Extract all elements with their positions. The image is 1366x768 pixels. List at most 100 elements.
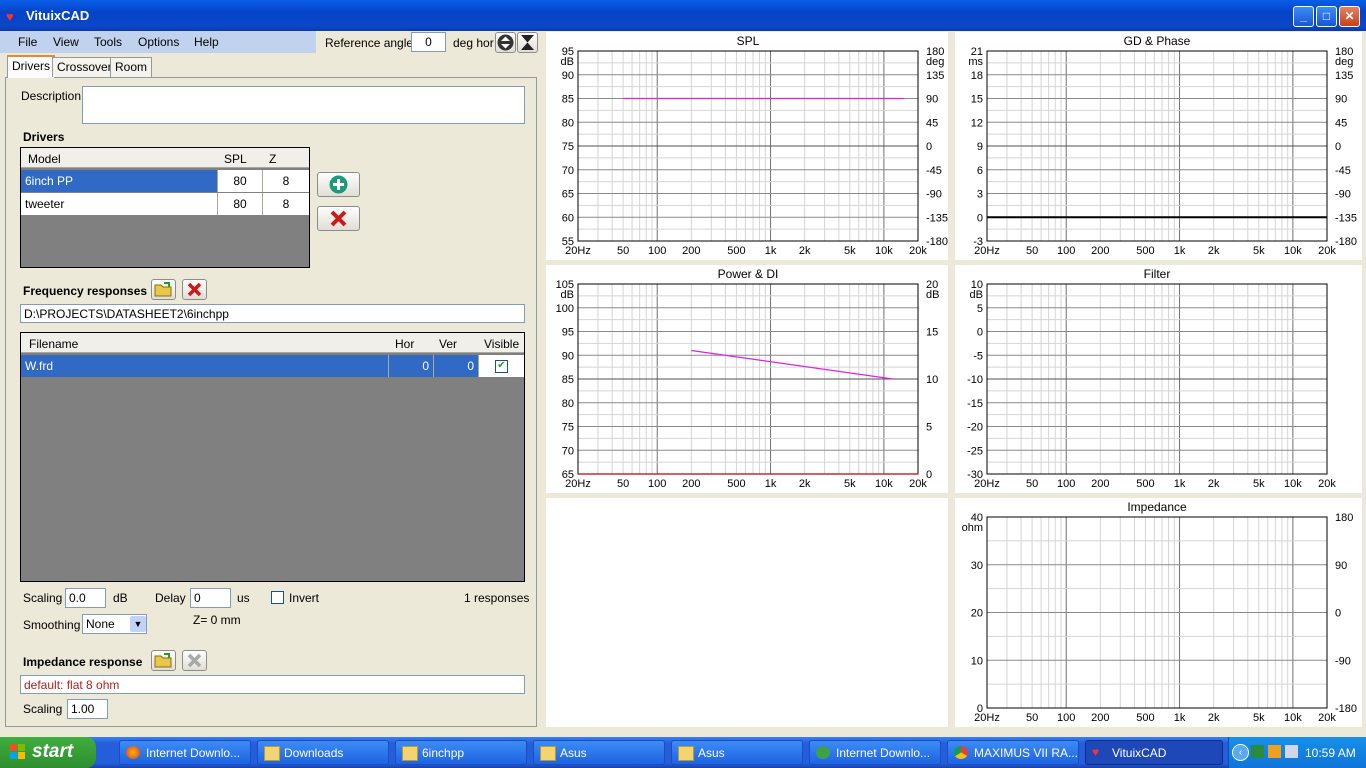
add-driver-button[interactable] — [317, 172, 360, 197]
z-offset-label: Z= 0 mm — [193, 613, 241, 627]
driver-z-cell[interactable]: 8 — [263, 193, 309, 215]
hor-cell[interactable]: 0 — [389, 355, 434, 377]
frequency-path-field[interactable] — [20, 304, 525, 323]
tab-room[interactable]: Room — [110, 57, 153, 77]
ver-cell[interactable]: 0 — [434, 355, 479, 377]
smoothing-value: None — [86, 617, 115, 631]
open-frequency-button[interactable] — [151, 279, 176, 300]
y2-tick-label: 10 — [926, 374, 938, 386]
driver-spl-cell[interactable]: 80 — [218, 193, 263, 215]
impedance-field[interactable] — [20, 675, 525, 694]
table-row[interactable]: 6inch PP 80 8 — [21, 170, 309, 192]
minimize-button[interactable]: _ — [1293, 6, 1314, 27]
menu-tools[interactable]: Tools — [94, 35, 122, 49]
tray-expand-icon[interactable]: ‹ — [1232, 744, 1249, 761]
delay-input[interactable] — [190, 588, 231, 608]
chart-svg: Power & DI10510095908580757065dB20151050… — [556, 267, 940, 490]
x-tick-label: 20Hz — [565, 478, 591, 490]
x-tick-label: 20k — [909, 478, 927, 490]
y-tick-label: 0 — [977, 327, 983, 339]
menu-view[interactable]: View — [53, 35, 79, 49]
driver-z-cell[interactable]: 8 — [263, 170, 309, 192]
smoothing-select[interactable]: None ▼ — [82, 614, 147, 634]
table-row[interactable]: tweeter 80 8 — [21, 193, 309, 215]
x-tick-label: 20k — [909, 245, 927, 257]
filter-chart: Filter 10 5 0 -5 -10 -15 -20 -25 -30 dB 20Hz 50 100 20… — [955, 265, 1362, 493]
tab-crossover[interactable]: Crossover — [52, 57, 117, 77]
x-tick-label: 500 — [727, 245, 745, 257]
task-asus-1[interactable]: Asus — [533, 740, 665, 765]
x-tick-label: 200 — [682, 478, 700, 490]
y2-tick-label: 0 — [926, 141, 932, 153]
delay-label: Delay — [155, 591, 186, 605]
task-label: Internet Downlo... — [146, 746, 241, 760]
y2-tick-label: -45 — [926, 165, 942, 177]
delete-frequency-button[interactable] — [182, 279, 207, 300]
description-field[interactable] — [82, 86, 525, 124]
task-maximus[interactable]: MAXIMUS VII RA... — [947, 740, 1079, 765]
x-tick-label: 200 — [1091, 245, 1109, 257]
y-tick-label: -20 — [967, 422, 983, 434]
visible-checkbox[interactable]: ✔ — [495, 360, 508, 373]
y-tick-label: 18 — [971, 70, 983, 82]
empty-panel — [546, 498, 948, 727]
close-button[interactable]: ✕ — [1339, 6, 1360, 27]
maximize-button[interactable]: □ — [1316, 6, 1337, 27]
visible-cell[interactable]: ✔ — [479, 355, 524, 377]
drivers-table-header: Model SPL Z — [21, 148, 309, 168]
tray-volume-icon[interactable] — [1285, 745, 1298, 758]
reference-angle-input[interactable] — [411, 32, 446, 52]
spl-chart: SPL 95 90 85 80 75 70 65 60 55 dB 180 135 90 45 0 -45 -90… — [546, 32, 948, 260]
start-button[interactable]: start — [0, 737, 96, 768]
x-tick-label: 20k — [1318, 478, 1336, 490]
tray-security-icon[interactable] — [1268, 745, 1281, 758]
angle-spinner-button[interactable] — [495, 32, 516, 53]
folder-open-icon — [154, 653, 172, 668]
angle-sweep-button[interactable] — [517, 32, 538, 53]
invert-checkbox[interactable] — [271, 591, 284, 604]
scaling-input[interactable] — [65, 588, 106, 608]
task-internet-download-1[interactable]: Internet Downlo... — [119, 740, 251, 765]
y2-tick-label: -90 — [926, 189, 942, 201]
impedance-scaling-input[interactable] — [67, 699, 108, 719]
x-tick-label: 5k — [1253, 478, 1265, 490]
x-tick-label: 500 — [1136, 712, 1154, 724]
menu-options[interactable]: Options — [138, 35, 179, 49]
y2-tick-label: 5 — [926, 422, 932, 434]
menu-help[interactable]: Help — [194, 35, 219, 49]
task-vituixcad[interactable]: ♥ VituixCAD — [1085, 740, 1223, 765]
chart-title: SPL — [737, 34, 760, 48]
chart-svg: Impedance403020100ohm180900-90-18020Hz 50… — [962, 500, 1357, 724]
y2-unit-label: dB — [926, 289, 939, 301]
task-label: Internet Downlo... — [836, 746, 931, 760]
col-ver: Ver — [439, 337, 458, 351]
y-tick-label: 20 — [971, 608, 983, 620]
folder-icon — [540, 746, 556, 761]
driver-model-cell[interactable]: tweeter — [21, 193, 218, 215]
task-downloads[interactable]: Downloads — [257, 740, 389, 765]
y-tick-label: 75 — [562, 422, 574, 434]
task-6inchpp[interactable]: 6inchpp — [395, 740, 527, 765]
y-tick-label: 95 — [562, 327, 574, 339]
invert-label: Invert — [289, 591, 320, 605]
open-impedance-button[interactable] — [151, 650, 176, 671]
table-row[interactable]: W.frd 0 0 ✔ — [21, 355, 524, 377]
y2-tick-label: -180 — [926, 236, 948, 248]
task-asus-2[interactable]: Asus — [671, 740, 803, 765]
menu-file[interactable]: File — [18, 35, 37, 49]
x-tick-label: 10k — [875, 478, 893, 490]
filename-cell[interactable]: W.frd — [21, 355, 389, 377]
driver-model-cell[interactable]: 6inch PP — [21, 170, 218, 192]
x-tick-label: 10k — [1284, 245, 1302, 257]
reference-angle-unit: deg hor — [453, 36, 494, 50]
driver-spl-cell[interactable]: 80 — [218, 170, 263, 192]
task-internet-download-2[interactable]: Internet Downlo... — [809, 740, 941, 765]
delete-impedance-button — [182, 650, 207, 671]
tab-drivers[interactable]: Drivers — [7, 55, 55, 78]
tray-network-icon[interactable] — [1251, 745, 1264, 758]
delete-x-icon — [330, 210, 347, 227]
y-unit-label: ms — [968, 56, 983, 68]
delete-x-icon — [187, 653, 202, 668]
delay-unit: us — [237, 591, 250, 605]
remove-driver-button[interactable] — [317, 206, 360, 231]
